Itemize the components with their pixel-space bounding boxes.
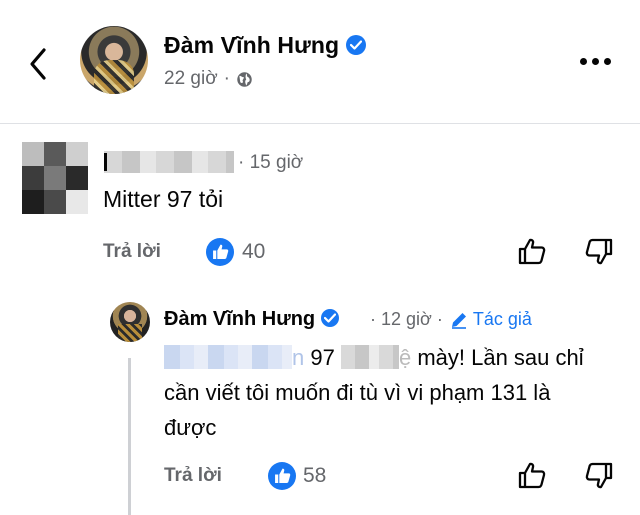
author-tag: Tác giả — [449, 309, 532, 330]
thumbs-up-icon[interactable] — [517, 236, 547, 266]
blurred-word — [340, 345, 399, 369]
reply-text-fragment-1: n — [292, 345, 305, 370]
thumbs-down-icon[interactable] — [584, 461, 614, 491]
post-time[interactable]: 22 giờ — [164, 68, 218, 90]
author-name[interactable]: Đàm Vĩnh Hưng — [164, 32, 339, 58]
header-divider — [0, 123, 640, 124]
globe-icon — [237, 71, 252, 87]
like-count[interactable]: 58 — [303, 464, 326, 488]
reply-time: · 12 giờ · — [370, 309, 443, 329]
author-name-row[interactable]: Đàm Vĩnh Hưng — [164, 32, 367, 59]
like-count[interactable]: 40 — [242, 240, 265, 264]
thumbs-down-icon[interactable] — [584, 237, 614, 267]
comment-time: · 15 giờ — [238, 152, 304, 173]
author-avatar[interactable] — [80, 26, 148, 94]
reply-author-avatar[interactable] — [110, 302, 150, 342]
comment-text: Mitter 97 tỏi — [103, 186, 224, 212]
commenter-avatar-blurred[interactable] — [22, 142, 88, 214]
verified-badge-icon — [321, 309, 340, 327]
verified-badge-icon — [346, 35, 367, 55]
reply-author-name[interactable]: Đàm Vĩnh Hưng — [164, 308, 315, 330]
reply-text-fragment-3: ệ — [398, 345, 412, 370]
like-badge-icon[interactable] — [268, 462, 296, 490]
reply-text-fragment-2: 97 — [304, 345, 341, 370]
blurred-mention — [164, 345, 292, 369]
more-options-icon[interactable] — [580, 58, 616, 70]
back-arrow-icon[interactable] — [24, 44, 54, 84]
like-badge-icon[interactable] — [206, 238, 234, 266]
reply-text: n 97 ệ mày! Lần sau chỉ cần viết tôi muố… — [164, 340, 604, 445]
reply-author-row: Đàm Vĩnh Hưng — [164, 308, 340, 331]
author-tag-label: Tác giả — [472, 309, 532, 329]
reply-meta: · 12 giờ · Tác giả — [370, 309, 532, 330]
reply-button[interactable]: Trả lời — [164, 465, 222, 487]
post-meta: 22 giờ · — [164, 68, 253, 90]
reply-button[interactable]: Trả lời — [103, 241, 161, 263]
commenter-name-blurred[interactable] — [104, 151, 234, 173]
post-header: Đàm Vĩnh Hưng 22 giờ · — [0, 0, 640, 124]
reply-thread-line — [128, 358, 131, 515]
thumbs-up-icon[interactable] — [517, 460, 547, 490]
meta-separator: · — [223, 68, 230, 89]
pencil-icon — [451, 312, 466, 329]
